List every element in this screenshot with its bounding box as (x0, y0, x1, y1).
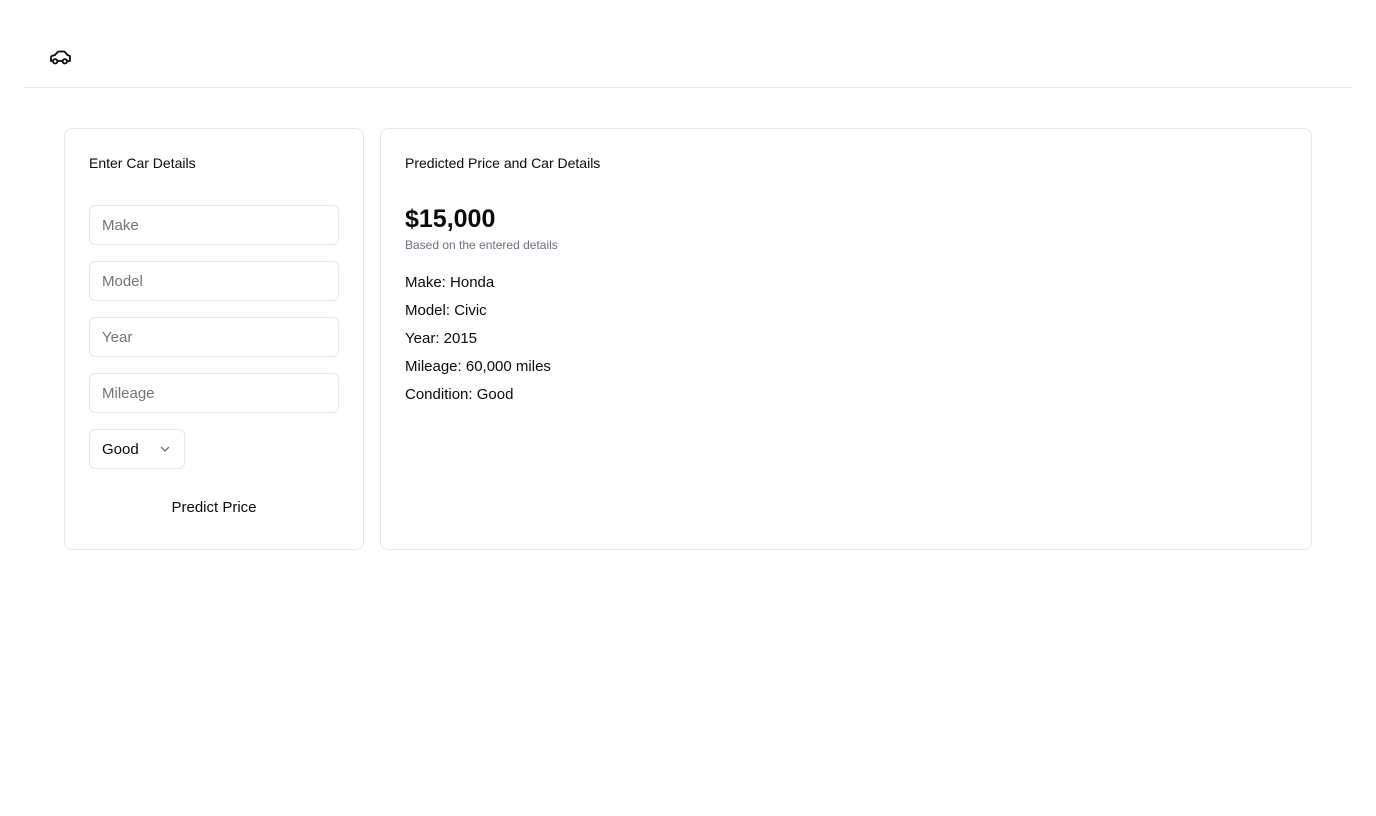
prediction-result-card: Predicted Price and Car Details $15,000 … (380, 128, 1312, 550)
car-details-list: Make: Honda Model: Civic Year: 2015 Mile… (405, 269, 551, 409)
condition-select-value: Good (102, 440, 139, 458)
condition-select[interactable]: Good (89, 429, 185, 469)
chevron-down-icon (160, 446, 170, 452)
mileage-input[interactable] (89, 373, 339, 413)
make-input[interactable] (89, 205, 339, 245)
detail-year: Year: 2015 (405, 330, 478, 347)
form-title: Enter Car Details (89, 155, 196, 171)
result-title: Predicted Price and Car Details (405, 155, 601, 171)
predicted-price: $15,000 (405, 205, 496, 233)
car-details-form-card: Enter Car Details Good Predict Price (64, 128, 364, 550)
detail-model: Model: Civic (405, 302, 487, 319)
predict-price-button[interactable]: Predict Price (89, 489, 339, 525)
detail-make: Make: Honda (405, 274, 495, 291)
model-input[interactable] (89, 261, 339, 301)
year-input[interactable] (89, 317, 339, 357)
price-subtitle: Based on the entered details (405, 238, 558, 252)
car-icon[interactable] (48, 47, 72, 67)
app-header (24, 0, 1352, 88)
detail-mileage: Mileage: 60,000 miles (405, 358, 551, 375)
detail-condition: Condition: Good (405, 386, 514, 403)
